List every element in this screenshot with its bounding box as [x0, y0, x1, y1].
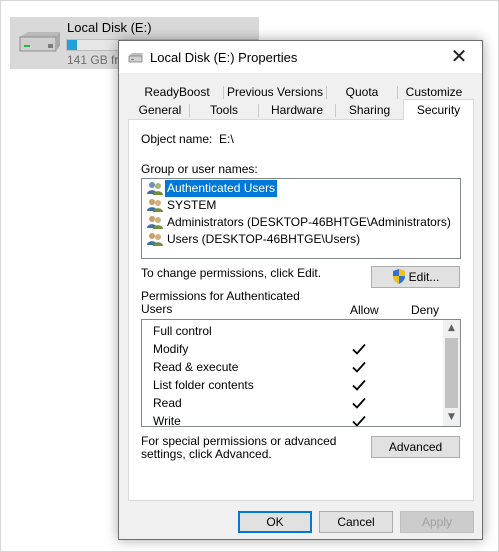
apply-button[interactable]: Apply: [400, 511, 474, 533]
permissions-list[interactable]: Full control Modify Read & execute List fol…: [141, 319, 461, 427]
uac-shield-icon: [392, 269, 405, 284]
permission-row: Modify: [142, 340, 444, 358]
checkmark-icon: [352, 415, 366, 426]
scroll-up-arrow-icon[interactable]: ▲: [443, 320, 460, 337]
user-group-icon: [147, 233, 163, 246]
permission-name: Read: [153, 396, 182, 410]
user-name: SYSTEM: [167, 198, 217, 212]
user-item-system[interactable]: SYSTEM: [144, 197, 458, 214]
object-name-label: Object name:: [141, 132, 213, 146]
cancel-button[interactable]: Cancel: [319, 511, 393, 533]
permission-name: Modify: [153, 342, 189, 356]
user-name: Administrators (DESKTOP-46BHTGE\Administ…: [167, 215, 451, 229]
ok-button[interactable]: OK: [238, 511, 312, 533]
permission-name: List folder contents: [153, 378, 254, 392]
user-group-icon: [147, 216, 163, 229]
drive-name: Local Disk (E:): [67, 20, 152, 35]
checkmark-icon: [352, 397, 366, 409]
permission-name: Full control: [153, 324, 212, 338]
tab-hardware[interactable]: Hardware: [259, 101, 335, 119]
edit-button[interactable]: Edit...: [371, 266, 460, 288]
permission-name: Read & execute: [153, 360, 239, 374]
tab-previous-versions[interactable]: Previous Versions: [224, 83, 326, 101]
tab-sharing[interactable]: Sharing: [336, 101, 403, 119]
object-name-value: E:\: [219, 132, 234, 146]
permission-name: Write: [153, 414, 181, 427]
properties-dialog: Local Disk (E:) Properties ✕ ReadyBoost …: [118, 40, 483, 540]
permission-row: Read: [142, 394, 444, 412]
dialog-title: Local Disk (E:) Properties: [150, 50, 298, 65]
tab-general[interactable]: General: [131, 101, 189, 119]
permission-row: Full control: [142, 322, 444, 340]
close-icon: ✕: [450, 44, 468, 68]
tab-security[interactable]: Security: [403, 99, 474, 120]
checkmark-icon: [352, 343, 366, 355]
user-group-icon: [147, 182, 163, 195]
scroll-thumb[interactable]: [445, 338, 458, 408]
checkmark-icon: [352, 379, 366, 391]
user-list[interactable]: Authenticated Users SYSTEM Administrator…: [141, 178, 461, 259]
user-item-users[interactable]: Users (DESKTOP-46BHTGE\Users): [144, 231, 458, 248]
security-tab-panel: Object name: E:\ Group or user names: Au…: [128, 119, 474, 501]
special-permissions-text: For special permissions or advanced sett…: [141, 434, 337, 461]
deny-column-header: Deny: [411, 303, 440, 317]
user-name: Authenticated Users: [165, 180, 278, 197]
user-item-administrators[interactable]: Administrators (DESKTOP-46BHTGE\Administ…: [144, 214, 458, 231]
close-button[interactable]: ✕: [436, 41, 482, 73]
tab-row-2: General Tools Hardware Sharing Security: [119, 99, 482, 120]
dialog-titlebar[interactable]: Local Disk (E:) Properties ✕: [119, 41, 482, 73]
permissions-for-label: Permissions for Authenticated Users: [141, 289, 300, 316]
advanced-button[interactable]: Advanced: [371, 436, 460, 458]
drive-small-icon: [128, 53, 143, 63]
scroll-down-arrow-icon[interactable]: ▼: [443, 409, 460, 426]
group-names-label: Group or user names:: [141, 162, 258, 176]
checkmark-icon: [352, 361, 366, 373]
user-group-icon: [147, 199, 163, 212]
permission-row: Write: [142, 412, 444, 427]
tab-tools[interactable]: Tools: [190, 101, 258, 119]
user-name: Users (DESKTOP-46BHTGE\Users): [167, 232, 361, 246]
permissions-scrollbar[interactable]: ▲ ▼: [443, 320, 460, 426]
permission-row: Read & execute: [142, 358, 444, 376]
hard-drive-icon: [19, 32, 60, 52]
tab-quota[interactable]: Quota: [327, 83, 397, 101]
allow-column-header: Allow: [350, 303, 379, 317]
edit-button-label: Edit...: [408, 270, 440, 284]
user-item-authenticated-users[interactable]: Authenticated Users: [144, 180, 458, 197]
tab-readyboost[interactable]: ReadyBoost: [131, 83, 223, 101]
drive-usage-fill: [67, 40, 77, 50]
change-permissions-text: To change permissions, click Edit.: [141, 266, 322, 280]
permission-row: List folder contents: [142, 376, 444, 394]
